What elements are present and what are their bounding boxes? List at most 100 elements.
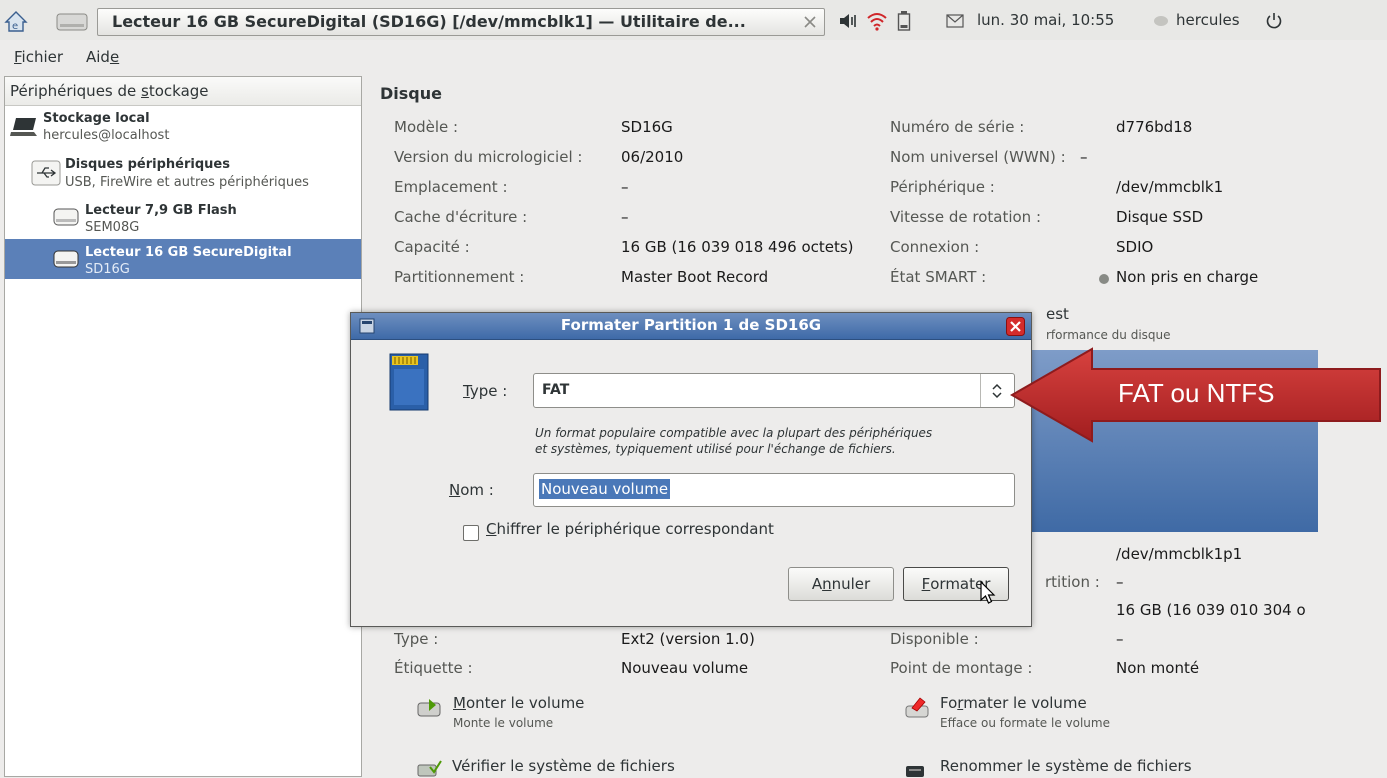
power-icon[interactable] — [1265, 11, 1283, 29]
rename-filesystem-action[interactable]: Renommer le système de fichiers — [904, 755, 1244, 777]
benchmark-action-subtitle: rformance du disque — [1046, 328, 1171, 342]
volume-type-label: Type : — [394, 630, 439, 648]
rename-filesystem-icon — [906, 766, 924, 777]
disk-smart-label: État SMART : — [890, 268, 987, 286]
disk-location-value: – — [621, 178, 629, 196]
volume-partition-label: rtition : — [1045, 573, 1100, 591]
cancel-button[interactable]: An nuler — [788, 567, 894, 601]
sidebar-header[interactable]: Périphériques de stockage — [5, 77, 361, 106]
disk-serial-value: d776bd18 — [1116, 118, 1193, 136]
menu-file[interactable]: Fichier — [14, 48, 63, 66]
wifi-icon[interactable] — [866, 11, 888, 31]
volume-label-value: Nouveau volume — [621, 659, 749, 677]
battery-icon[interactable] — [897, 10, 911, 32]
disk-device-label: Périphérique : — [890, 178, 995, 196]
disk-model-label: Modèle : — [394, 118, 459, 136]
clock[interactable]: lun. 30 mai, 10:55 — [977, 11, 1114, 29]
disk-connection-value: SDIO — [1116, 238, 1154, 256]
volume-icon[interactable] — [838, 12, 860, 30]
disk-device-value: /dev/mmcblk1 — [1116, 178, 1224, 196]
format-volume-label: Formater le volume — [940, 694, 1087, 712]
check-filesystem-action[interactable]: Vérifier le système de fichiers — [416, 755, 736, 777]
disk-smart-value: Non pris en charge — [1116, 268, 1259, 286]
select-divider — [980, 374, 981, 407]
dialog-title: Formater Partition 1 de SD16G — [560, 316, 822, 334]
window-title: Lecteur 16 GB SecureDigital (SD16G) [/de… — [112, 12, 746, 31]
mount-volume-subtitle: Monte le volume — [453, 716, 554, 730]
format-partition-dialog: Formater Partition 1 de SD16G Type : FAT… — [350, 312, 1032, 627]
user-status-icon — [1154, 16, 1168, 26]
local-storage-title: Stockage local — [43, 111, 150, 126]
disk-heading: Disque — [380, 84, 442, 103]
filesystem-type-select[interactable]: FAT — [533, 373, 1015, 408]
disk-write-cache-label: Cache d'écriture : — [394, 208, 528, 226]
menu-bar: Fichier Aide — [0, 40, 1387, 72]
format-icon — [905, 697, 929, 718]
volume-name-input[interactable]: Nouveau volume — [533, 473, 1015, 507]
disk-location-label: Emplacement : — [394, 178, 508, 196]
drive-icon — [53, 250, 79, 268]
user-name[interactable]: hercules — [1176, 11, 1240, 29]
sd-card-icon — [389, 353, 429, 411]
disk-wwn-value: – — [1080, 148, 1088, 166]
drive-icon — [53, 208, 79, 226]
menu-help[interactable]: Aide — [86, 48, 119, 66]
volume-mount-point-value: Non monté — [1116, 659, 1200, 677]
encrypt-label[interactable]: Chiffrer le périphérique correspondant — [486, 520, 774, 538]
sd-card-model: SD16G — [85, 262, 130, 277]
sd-card-title: Lecteur 16 GB SecureDigital — [85, 245, 292, 260]
disk-partitioning-label: Partitionnement : — [394, 268, 525, 286]
volume-size-value: 16 GB (16 039 010 304 o — [1116, 601, 1306, 619]
name-label: Nom : — [449, 481, 494, 499]
drive-taskbar-icon[interactable] — [56, 11, 88, 33]
filesystem-type-value: FAT — [542, 382, 570, 398]
disk-capacity-value: 16 GB (16 039 018 496 octets) — [621, 238, 854, 256]
disk-connection-label: Connexion : — [890, 238, 980, 256]
volume-device-value: /dev/mmcblk1p1 — [1116, 545, 1243, 563]
disk-rotation-value: Disque SSD — [1116, 208, 1204, 226]
laptop-icon — [10, 118, 37, 136]
close-icon[interactable] — [1006, 317, 1025, 336]
sidebar-item-peripheral-disks[interactable]: Disques périphériques USB, FireWire et a… — [5, 153, 361, 193]
mount-icon — [417, 699, 441, 717]
smart-status-icon — [1099, 274, 1109, 284]
mount-volume-label: Monter le volume — [453, 694, 585, 712]
top-panel: e Lecteur 16 GB SecureDigital (SD16G) [/… — [0, 0, 1387, 41]
local-storage-host: hercules@localhost — [43, 128, 170, 143]
usb-icon — [31, 160, 61, 186]
encrypt-checkbox[interactable] — [463, 525, 479, 541]
sidebar-item-local-storage[interactable]: Stockage local hercules@localhost — [5, 108, 361, 146]
close-tab-icon[interactable] — [803, 15, 817, 29]
dialog-titlebar[interactable]: Formater Partition 1 de SD16G — [351, 313, 1031, 340]
sidebar-header-label: Périphériques de stockage — [10, 82, 209, 100]
annotation-text: FAT ou NTFS — [1118, 378, 1275, 408]
sidebar-item-sd-card[interactable]: Lecteur 16 GB SecureDigital SD16G — [5, 239, 361, 279]
disk-serial-label: Numéro de série : — [890, 118, 1025, 136]
disk-model-value: SD16G — [621, 118, 673, 136]
flash-drive-title: Lecteur 7,9 GB Flash — [85, 203, 237, 218]
type-description-line1: Un format populaire compatible avec la p… — [535, 426, 933, 440]
benchmark-action-title[interactable]: est — [1046, 305, 1069, 323]
disk-rotation-label: Vitesse de rotation : — [890, 208, 1041, 226]
disk-firmware-value: 06/2010 — [621, 148, 684, 166]
storage-sidebar: Périphériques de stockage Stockage local… — [4, 76, 362, 777]
format-volume-action[interactable]: Formater le volume Efface ou formate le … — [904, 694, 1224, 734]
mail-icon[interactable] — [946, 14, 964, 28]
peripheral-disks-subtitle: USB, FireWire et autres périphériques — [65, 175, 309, 190]
volume-label-label: Étiquette : — [394, 659, 473, 677]
chevron-updown-icon — [992, 383, 1002, 399]
format-volume-subtitle: Efface ou formate le volume — [940, 716, 1110, 730]
mount-volume-action[interactable]: Monter le volume Monte le volume — [416, 694, 736, 734]
window-title-tab[interactable]: Lecteur 16 GB SecureDigital (SD16G) [/de… — [97, 8, 825, 36]
rename-filesystem-label: Renommer le système de fichiers — [940, 757, 1192, 775]
home-icon[interactable]: e — [4, 9, 28, 33]
disk-capacity-label: Capacité : — [394, 238, 470, 256]
sidebar-item-flash-drive[interactable]: Lecteur 7,9 GB Flash SEM08G — [5, 198, 361, 236]
disk-partitioning-value: Master Boot Record — [621, 268, 769, 286]
volume-partition-value: – — [1116, 573, 1124, 591]
volume-mount-point-label: Point de montage : — [890, 659, 1033, 677]
disk-firmware-label: Version du micrologiciel : — [394, 148, 583, 166]
volume-name-value: Nouveau volume — [539, 479, 671, 499]
disk-wwn-label: Nom universel (WWN) : — [890, 148, 1066, 166]
check-filesystem-label: Vérifier le système de fichiers — [452, 757, 675, 775]
